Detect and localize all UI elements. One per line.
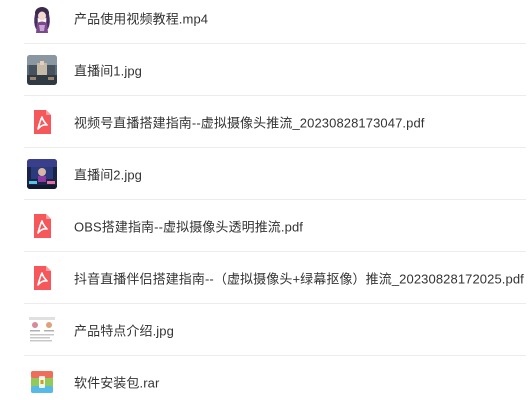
file-name: 抖音直播伴侣搭建指南--（虚拟摄像头+绿幕抠像）推流_2023082817202… [74, 271, 524, 287]
video-thumbnail-icon [27, 3, 57, 33]
image-thumbnail-icon [27, 159, 57, 189]
file-row-pdf[interactable]: 抖音直播伴侣搭建指南--（虚拟摄像头+绿幕抠像）推流_2023082817202… [0, 252, 530, 304]
file-row-pdf[interactable]: OBS搭建指南--虚拟摄像头透明推流.pdf [0, 200, 530, 252]
file-row-pdf[interactable]: 视频号直播搭建指南--虚拟摄像头推流_20230828173047.pdf [0, 96, 530, 148]
file-name: 产品使用视频教程.mp4 [74, 11, 209, 27]
file-name: 直播间1.jpg [74, 63, 142, 79]
pdf-icon [27, 107, 57, 137]
pdf-icon [27, 263, 57, 293]
file-row-archive[interactable]: 软件安装包.rar [0, 356, 530, 400]
image-thumbnail-icon [27, 55, 57, 85]
image-thumbnail-icon [27, 315, 57, 345]
file-list: 产品使用视频教程.mp4 直播间1.jpg 视频号直播搭建指南--虚拟摄像头推流… [0, 0, 530, 400]
file-name: 产品特点介绍.jpg [74, 323, 174, 339]
file-row-image[interactable]: 产品特点介绍.jpg [0, 304, 530, 356]
file-row-image[interactable]: 直播间1.jpg [0, 44, 530, 96]
file-row-image[interactable]: 直播间2.jpg [0, 148, 530, 200]
archive-icon [27, 367, 57, 397]
file-name: 直播间2.jpg [74, 167, 142, 183]
file-name: 视频号直播搭建指南--虚拟摄像头推流_20230828173047.pdf [74, 115, 425, 131]
file-name: OBS搭建指南--虚拟摄像头透明推流.pdf [74, 219, 303, 235]
file-name: 软件安装包.rar [74, 375, 160, 391]
file-row-video[interactable]: 产品使用视频教程.mp4 [0, 0, 530, 44]
pdf-icon [27, 211, 57, 241]
